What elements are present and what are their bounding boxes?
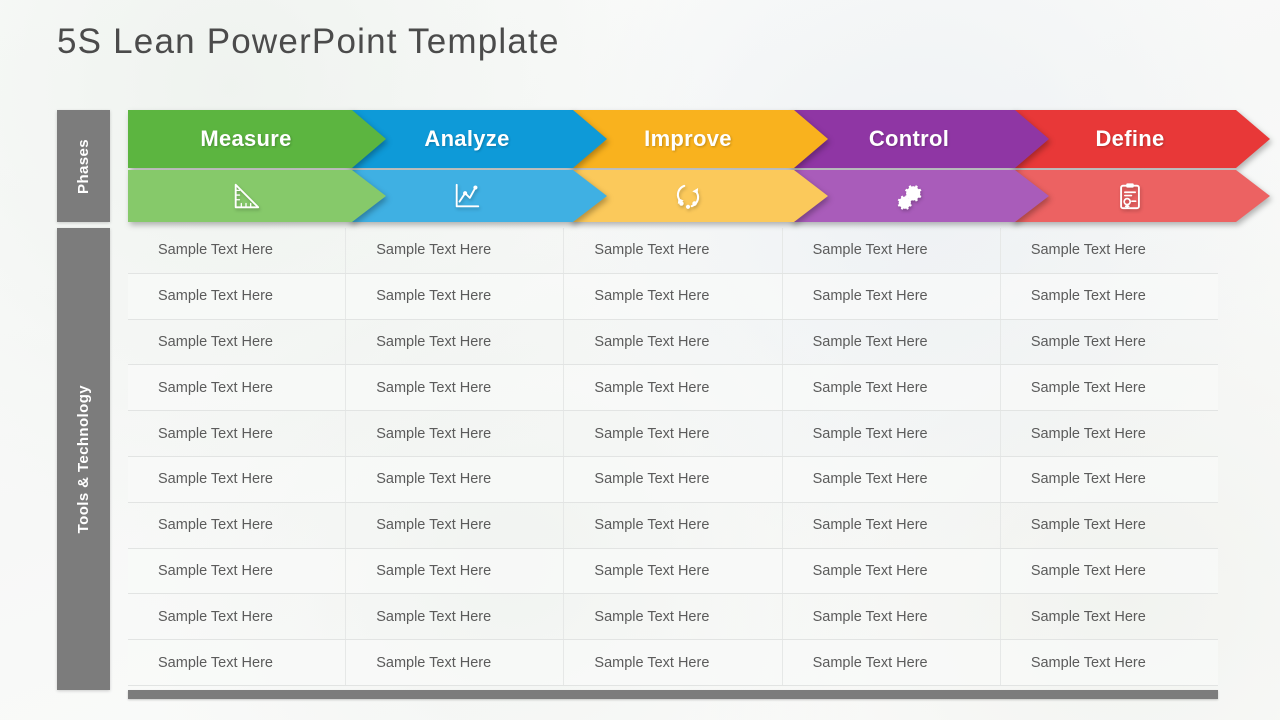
table-cell[interactable]: Sample Text Here bbox=[346, 228, 565, 273]
table-row: Sample Text Here Sample Text Here Sample T… bbox=[128, 411, 1218, 457]
table-cell[interactable]: Sample Text Here bbox=[346, 319, 565, 365]
table-cell[interactable]: Sample Text Here bbox=[128, 365, 347, 411]
table-cell[interactable]: Sample Text Here bbox=[346, 594, 565, 640]
table-cell[interactable]: Sample Text Here bbox=[128, 228, 347, 273]
table-cell[interactable]: Sample Text Here bbox=[783, 273, 1001, 319]
table-cell[interactable]: Sample Text Here bbox=[564, 594, 783, 640]
cycle-arrows-icon bbox=[673, 181, 703, 211]
table-cell[interactable]: Sample Text Here bbox=[564, 228, 783, 273]
table-cell[interactable]: Sample Text Here bbox=[783, 640, 1001, 685]
table-row: Sample Text Here Sample Text Here Sample T… bbox=[128, 502, 1218, 549]
table-cell[interactable]: Sample Text Here bbox=[128, 456, 347, 502]
table-cell[interactable]: Sample Text Here bbox=[564, 319, 783, 365]
phase-label: Control bbox=[868, 126, 950, 151]
table-cell[interactable]: Sample Text Here bbox=[346, 456, 565, 502]
clipboard-checklist-icon bbox=[1115, 181, 1145, 211]
table-cell[interactable]: Sample Text Here bbox=[1001, 640, 1218, 685]
tools-technology-axis-label: Tools & Technology bbox=[57, 228, 110, 690]
table-cell[interactable]: Sample Text Here bbox=[1001, 320, 1218, 365]
table-cell[interactable]: Sample Text Here bbox=[346, 273, 565, 319]
table-cell[interactable]: Sample Text Here bbox=[783, 228, 1001, 273]
phase-banner-improve[interactable]: Improve bbox=[570, 110, 828, 222]
table-cell[interactable]: Sample Text Here bbox=[128, 640, 347, 685]
table-cell[interactable]: Sample Text Here bbox=[564, 411, 783, 456]
table-cell[interactable]: Sample Text Here bbox=[783, 456, 1001, 502]
table-cell[interactable]: Sample Text Here bbox=[564, 502, 783, 548]
phase-label: Define bbox=[1095, 126, 1165, 151]
table-cell[interactable]: Sample Text Here bbox=[128, 273, 347, 319]
table-cell[interactable]: Sample Text Here bbox=[783, 411, 1001, 456]
table-cell[interactable]: Sample Text Here bbox=[1001, 503, 1218, 548]
table-cell[interactable]: Sample Text Here bbox=[564, 548, 783, 594]
table-row: Sample Text Here Sample Text Here Sample T… bbox=[128, 319, 1218, 366]
phases-axis-label: Phases bbox=[57, 110, 110, 222]
table-cell[interactable]: Sample Text Here bbox=[128, 319, 347, 365]
table-cell[interactable]: Sample Text Here bbox=[1001, 549, 1218, 594]
table-cell[interactable]: Sample Text Here bbox=[346, 365, 565, 411]
phase-banner-measure[interactable]: Measure bbox=[128, 110, 386, 222]
phase-banner-row: Measure Analyze Improve Control Define bbox=[128, 110, 1248, 222]
table-cell[interactable]: Sample Text Here bbox=[564, 640, 783, 685]
table-cell[interactable]: Sample Text Here bbox=[783, 365, 1001, 411]
table-cell[interactable]: Sample Text Here bbox=[128, 548, 347, 594]
phase-banner-header-improve: Improve bbox=[570, 110, 828, 168]
line-chart-icon bbox=[452, 181, 482, 211]
table-cell[interactable]: Sample Text Here bbox=[564, 365, 783, 411]
phase-banner-header-measure: Measure bbox=[128, 110, 386, 168]
table-footer-bar bbox=[128, 690, 1218, 699]
table-cell[interactable]: Sample Text Here bbox=[1001, 228, 1218, 273]
table-cell[interactable]: Sample Text Here bbox=[346, 640, 565, 685]
table-cell[interactable]: Sample Text Here bbox=[564, 456, 783, 502]
phase-icon-row-define bbox=[1012, 170, 1270, 222]
phase-icon-row-control bbox=[791, 170, 1049, 222]
table-cell[interactable]: Sample Text Here bbox=[346, 548, 565, 594]
table-cell[interactable]: Sample Text Here bbox=[1001, 365, 1218, 410]
phases-axis-label-text: Phases bbox=[75, 138, 92, 194]
table-cell[interactable]: Sample Text Here bbox=[1001, 594, 1218, 639]
phase-icon-row-measure bbox=[128, 170, 386, 222]
table-row: Sample Text Here Sample Text Here Sample T… bbox=[128, 594, 1218, 641]
phase-banner-header-control: Control bbox=[791, 110, 1049, 168]
table-cell[interactable]: Sample Text Here bbox=[128, 411, 347, 456]
table-row: Sample Text Here Sample Text Here Sample T… bbox=[128, 228, 1218, 274]
table-row: Sample Text Here Sample Text Here Sample T… bbox=[128, 456, 1218, 503]
table-cell[interactable]: Sample Text Here bbox=[1001, 457, 1218, 502]
table-cell[interactable]: Sample Text Here bbox=[1001, 274, 1218, 319]
table-row: Sample Text Here Sample Text Here Sample T… bbox=[128, 640, 1218, 686]
phase-banner-header-analyze: Analyze bbox=[349, 110, 607, 168]
phase-banner-control[interactable]: Control bbox=[791, 110, 1049, 222]
phase-icon-row-improve bbox=[570, 170, 828, 222]
table-row: Sample Text Here Sample Text Here Sample T… bbox=[128, 548, 1218, 595]
table-cell[interactable]: Sample Text Here bbox=[783, 502, 1001, 548]
phase-banner-define[interactable]: Define bbox=[1012, 110, 1270, 222]
table-cell[interactable]: Sample Text Here bbox=[1001, 411, 1218, 456]
table-cell[interactable]: Sample Text Here bbox=[128, 594, 347, 640]
table-cell[interactable]: Sample Text Here bbox=[564, 273, 783, 319]
triangle-ruler-icon bbox=[231, 181, 261, 211]
table-row: Sample Text Here Sample Text Here Sample T… bbox=[128, 365, 1218, 412]
phase-label: Improve bbox=[644, 126, 732, 151]
table-cell[interactable]: Sample Text Here bbox=[128, 502, 347, 548]
phase-banner-analyze[interactable]: Analyze bbox=[349, 110, 607, 222]
page-title: 5S Lean PowerPoint Template bbox=[57, 22, 560, 61]
phase-icon-row-analyze bbox=[349, 170, 607, 222]
phase-label: Measure bbox=[200, 126, 292, 151]
tools-technology-table: Sample Text Here Sample Text Here Sample T… bbox=[128, 228, 1218, 699]
table-cell[interactable]: Sample Text Here bbox=[346, 411, 565, 456]
table-row: Sample Text Here Sample Text Here Sample T… bbox=[128, 273, 1218, 320]
table-cell[interactable]: Sample Text Here bbox=[783, 319, 1001, 365]
table-cell[interactable]: Sample Text Here bbox=[783, 548, 1001, 594]
phase-banner-header-define: Define bbox=[1012, 110, 1270, 168]
gears-icon bbox=[894, 181, 924, 211]
table-cell[interactable]: Sample Text Here bbox=[346, 502, 565, 548]
table-cell[interactable]: Sample Text Here bbox=[783, 594, 1001, 640]
tools-technology-axis-label-text: Tools & Technology bbox=[75, 384, 92, 534]
phase-label: Analyze bbox=[424, 126, 510, 151]
